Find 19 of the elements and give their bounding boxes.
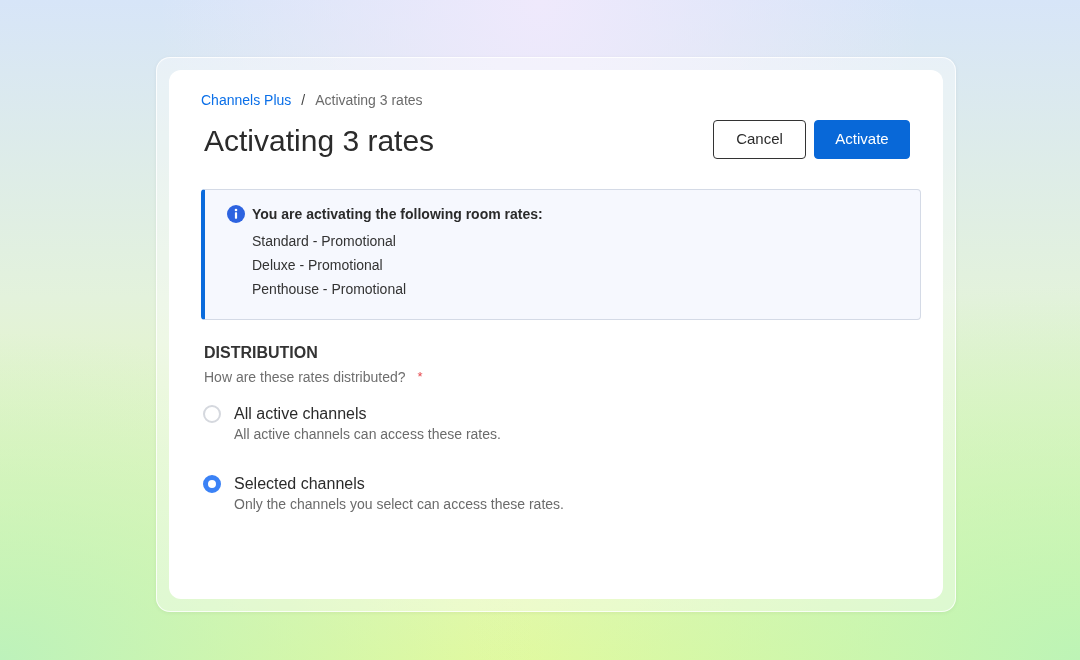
page-title: Activating 3 rates — [203, 123, 435, 159]
required-mark: * — [417, 368, 423, 386]
option-description: Only the channels you select can access these rates. — [234, 495, 564, 513]
info-heading: You are activating the following room rates: — [252, 205, 543, 224]
activate-button[interactable]: Activate — [814, 120, 910, 159]
option-label[interactable]: Selected channels — [234, 473, 564, 495]
breadcrumb-separator: / — [300, 91, 307, 110]
rate-item: Standard - Promotional — [252, 232, 397, 251]
option-label[interactable]: All active channels — [234, 403, 501, 425]
breadcrumb-link[interactable]: Channels Plus — [201, 90, 292, 110]
radio-button[interactable] — [203, 475, 221, 493]
info-icon — [227, 205, 245, 223]
breadcrumb-current: Activating 3 rates — [315, 91, 423, 110]
rate-item: Deluxe - Promotional — [252, 256, 384, 275]
section-heading: DISTRIBUTION — [204, 343, 319, 363]
option-description: All active channels can access these rates. — [234, 425, 501, 443]
rate-item: Penthouse - Promotional — [252, 280, 408, 299]
cancel-button[interactable]: Cancel — [713, 120, 806, 159]
question-label: How are these rates distributed? — [204, 368, 406, 387]
